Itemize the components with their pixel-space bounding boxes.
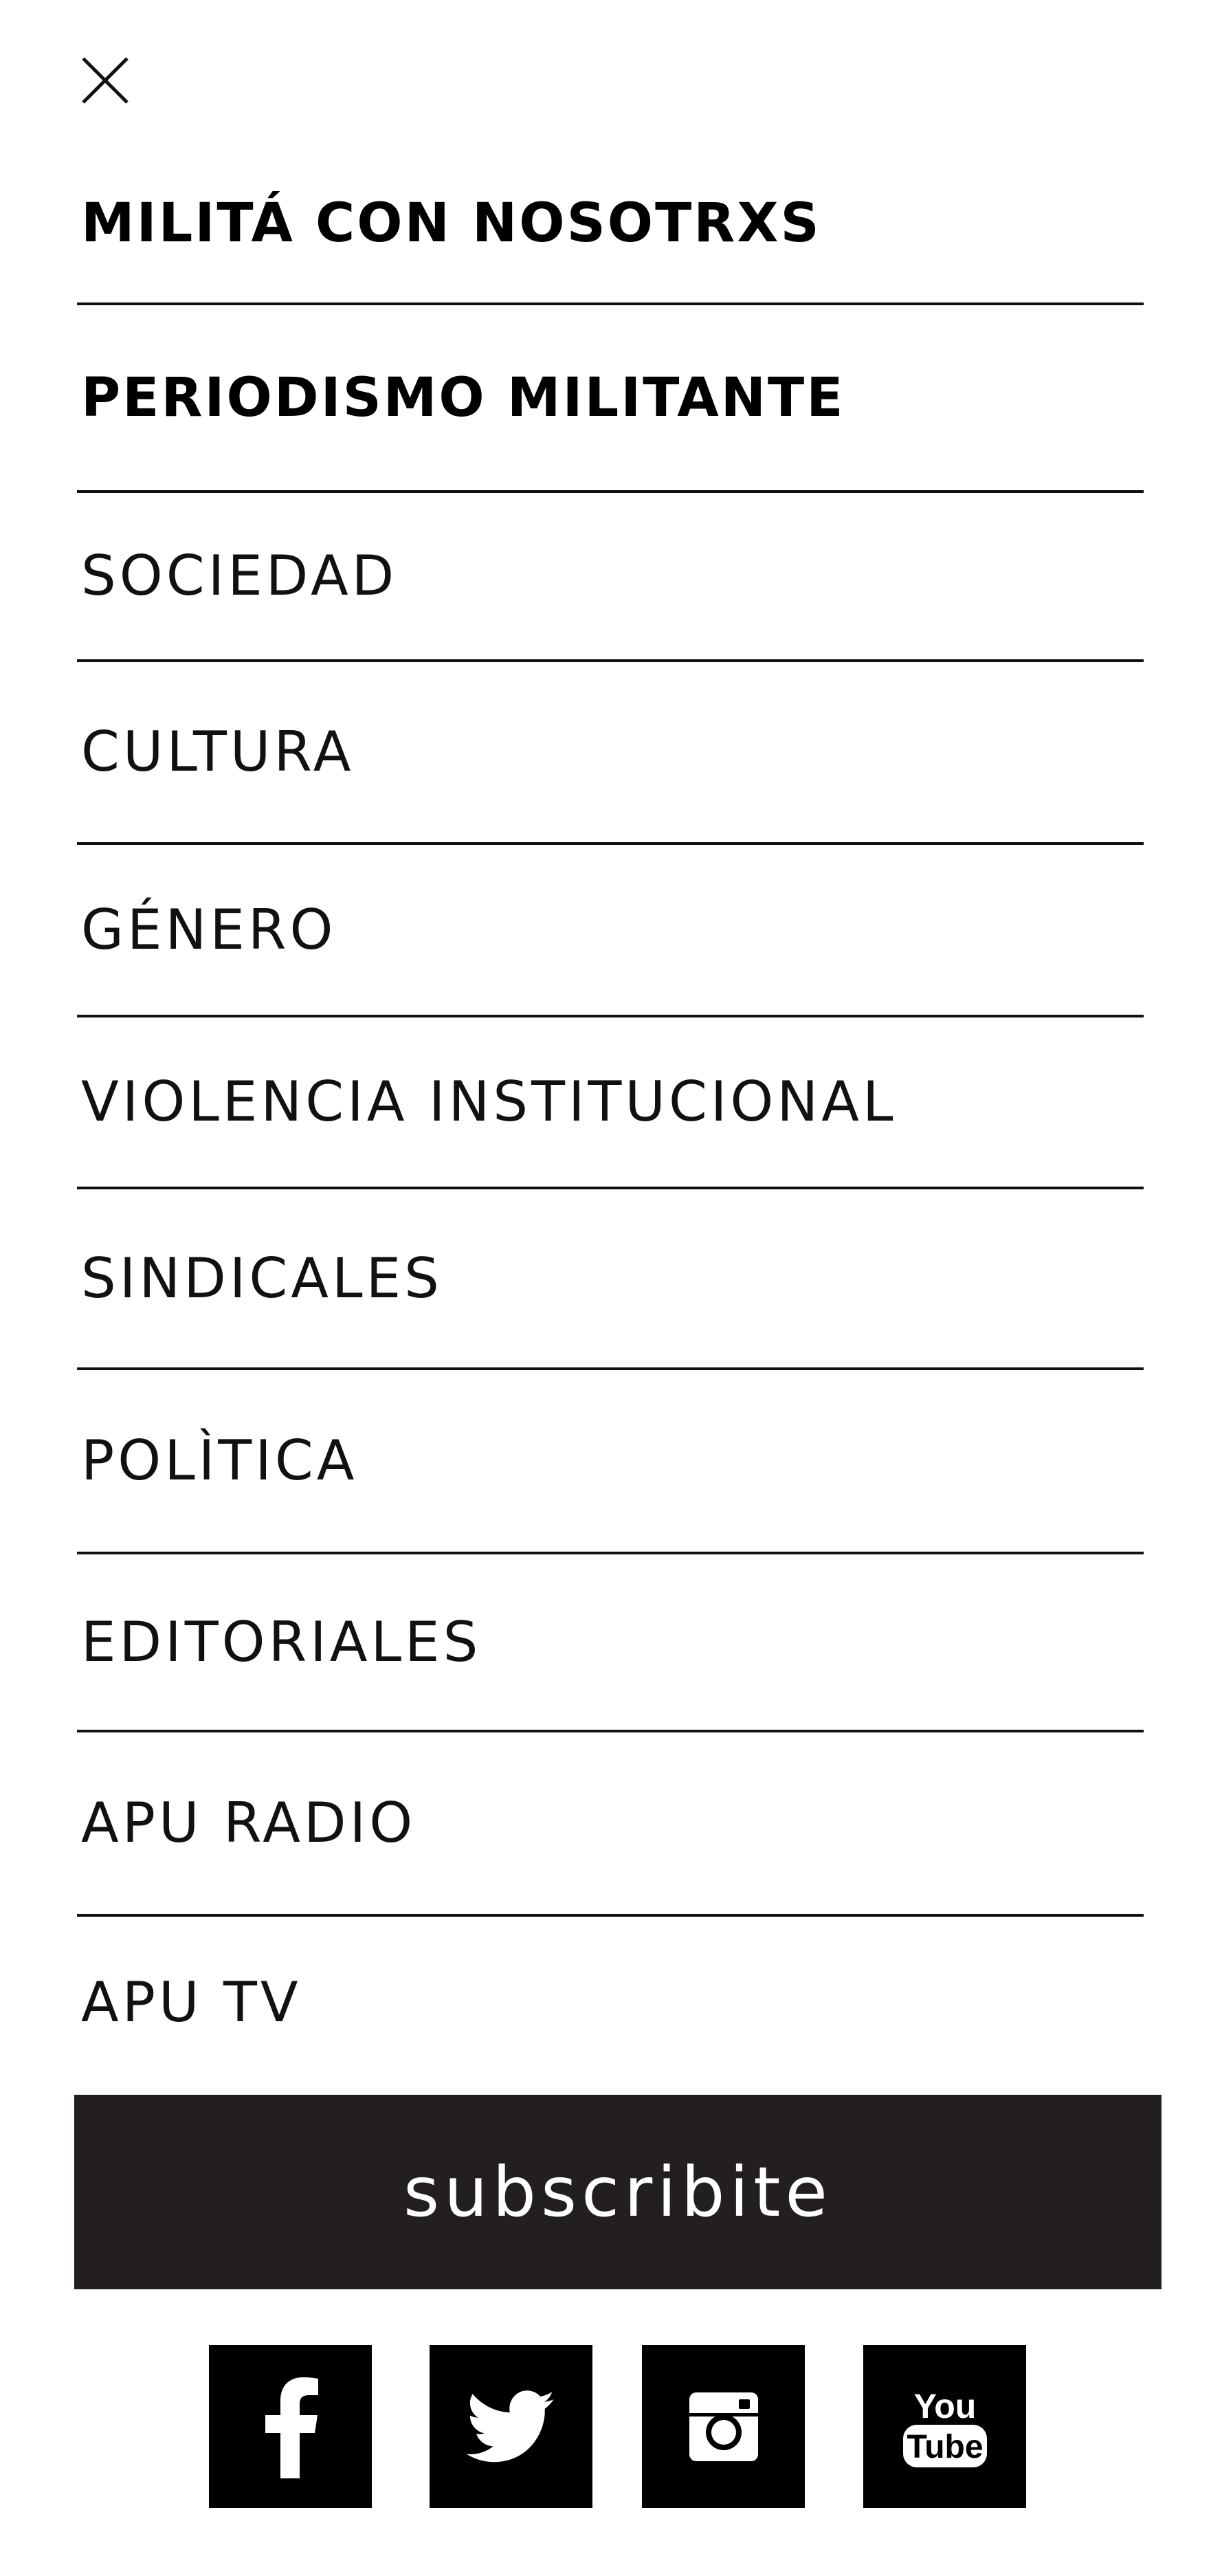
menu-item-label: VIOLENCIA INSTITUCIONAL: [81, 1070, 897, 1134]
menu-item-editoriales[interactable]: EDITORIALES: [77, 1554, 1144, 1732]
youtube-icon: You Tube: [902, 2387, 987, 2467]
menu-item-label: CULTURA: [81, 720, 355, 784]
close-menu-button[interactable]: [81, 56, 129, 104]
subscribe-button[interactable]: subscribite: [74, 2095, 1162, 2289]
menu-item-sindicales[interactable]: SINDICALES: [77, 1189, 1144, 1370]
youtube-tube-text: Tube: [907, 2429, 983, 2465]
menu-item-label: GÉNERO: [81, 897, 337, 962]
menu-item-label: MILITÁ CON NOSOTRXS: [81, 192, 821, 254]
menu-item-label: APU RADIO: [81, 1791, 416, 1855]
instagram-icon: [689, 2392, 758, 2461]
menu-item-periodismo-militante[interactable]: PERIODISMO MILITANTE: [77, 305, 1144, 493]
menu-item-label: EDITORIALES: [81, 1609, 482, 1674]
facebook-link[interactable]: [209, 2345, 372, 2508]
subscribe-button-label: subscribite: [403, 2152, 832, 2232]
menu-item-label: SINDICALES: [81, 1246, 443, 1310]
close-icon: [82, 57, 129, 104]
menu-item-politica[interactable]: POLÌTICA: [77, 1370, 1144, 1554]
menu-item-sociedad[interactable]: SOCIEDAD: [77, 493, 1144, 662]
twitter-link[interactable]: [430, 2345, 592, 2508]
menu-item-label: APU TV: [81, 1970, 302, 2034]
menu-item-milita-con-nosotrxs[interactable]: MILITÁ CON NOSOTRXS: [77, 144, 1144, 305]
menu-item-label: POLÌTICA: [81, 1429, 358, 1493]
menu-item-label: SOCIEDAD: [81, 544, 398, 608]
youtube-link[interactable]: You Tube: [863, 2345, 1026, 2508]
menu-item-label: PERIODISMO MILITANTE: [81, 366, 845, 429]
menu-item-violencia-institucional[interactable]: VIOLENCIA INSTITUCIONAL: [77, 1017, 1144, 1189]
menu-item-genero[interactable]: GÉNERO: [77, 845, 1144, 1017]
instagram-link[interactable]: [642, 2345, 805, 2508]
facebook-icon: [265, 2377, 318, 2478]
menu-item-cultura[interactable]: CULTURA: [77, 662, 1144, 845]
menu-item-apu-tv[interactable]: APU TV: [77, 1917, 1144, 2089]
menu-item-apu-radio[interactable]: APU RADIO: [77, 1732, 1144, 1917]
twitter-icon: [466, 2390, 555, 2462]
youtube-you-text: You: [913, 2387, 976, 2425]
main-menu: MILITÁ CON NOSOTRXS PERIODISMO MILITANTE…: [77, 144, 1144, 2089]
